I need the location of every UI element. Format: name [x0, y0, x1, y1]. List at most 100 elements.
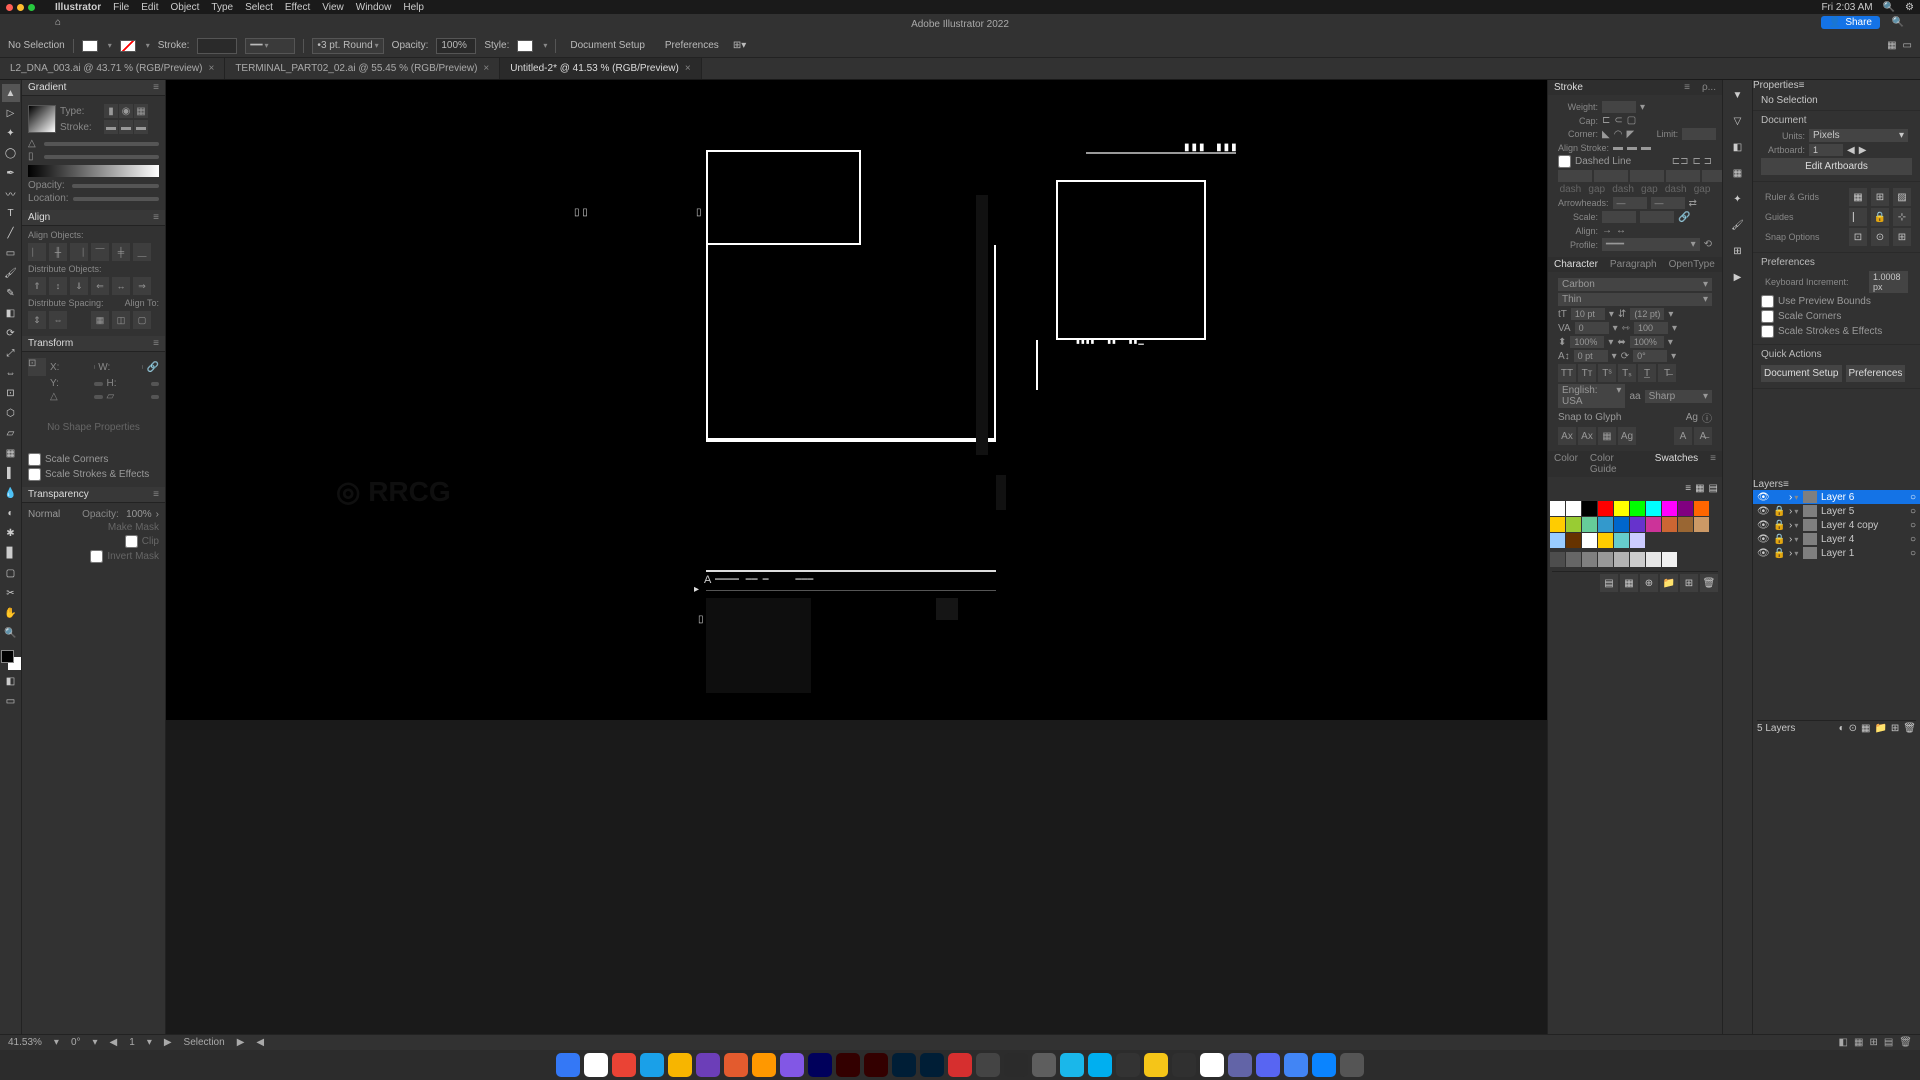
cap-butt-icon[interactable]: ⊏: [1602, 115, 1610, 126]
graph-tool[interactable]: ▊: [2, 544, 20, 562]
color-guide-tab[interactable]: Color Guide: [1584, 451, 1649, 477]
align-left-icon[interactable]: ⎸: [28, 243, 46, 261]
swatches-tab[interactable]: Swatches: [1649, 451, 1704, 477]
lock-icon[interactable]: 🔒: [1773, 520, 1785, 531]
swatch-menu-icon[interactable]: ▤: [1600, 574, 1618, 592]
character-tab[interactable]: Character: [1548, 257, 1604, 272]
swatch[interactable]: [1630, 501, 1645, 516]
align-vcenter-icon[interactable]: ╪: [112, 243, 130, 261]
lock-icon[interactable]: 🔒: [1773, 534, 1785, 545]
font-size-input[interactable]: 10 pt: [1571, 308, 1605, 320]
font-family-dropdown[interactable]: Carbon▾: [1558, 278, 1712, 291]
swatch[interactable]: [1646, 552, 1661, 567]
eyedropper-tool[interactable]: 💧: [2, 484, 20, 502]
strikethrough-icon[interactable]: T̶: [1658, 364, 1676, 382]
properties-tab[interactable]: Properties: [1753, 80, 1799, 91]
var-width-dropdown[interactable]: ━━: [245, 38, 295, 54]
swatch[interactable]: [1598, 552, 1613, 567]
current-fill-stroke-icon[interactable]: [1552, 479, 1570, 497]
swatch[interactable]: [1566, 533, 1581, 548]
font-weight-dropdown[interactable]: Thin▾: [1558, 293, 1712, 306]
gradient-panel-icon[interactable]: ▼: [1727, 84, 1749, 106]
angle-slider[interactable]: [44, 142, 159, 146]
grid-icon[interactable]: ⊞: [1871, 188, 1889, 206]
swatch[interactable]: [1550, 552, 1565, 567]
layer-item[interactable]: 👁🔒›Layer 4 copy○: [1753, 518, 1920, 532]
layer-item[interactable]: 👁🔒›Layer 1○: [1753, 546, 1920, 560]
qa-doc-setup-button[interactable]: Document Setup: [1761, 365, 1842, 382]
swatch[interactable]: [1582, 552, 1597, 567]
swatch[interactable]: [1694, 501, 1709, 516]
scale-corners-checkbox[interactable]: [28, 453, 41, 466]
transparency-grid-icon[interactable]: ▨: [1893, 188, 1911, 206]
swatch[interactable]: [1566, 517, 1581, 532]
color-tab[interactable]: Color: [1548, 451, 1584, 477]
chrome-icon[interactable]: [612, 1053, 636, 1077]
align-panel-header[interactable]: Align≡: [22, 210, 165, 226]
actions-panel-icon[interactable]: ▶: [1727, 266, 1749, 288]
swatch[interactable]: [1614, 517, 1629, 532]
selection-tool[interactable]: ▲: [2, 84, 20, 102]
paragraph-tab[interactable]: Paragraph: [1604, 257, 1663, 272]
search-icon[interactable]: 🔍: [1892, 17, 1904, 28]
cap-square-icon[interactable]: ▢: [1627, 115, 1636, 126]
swatch[interactable]: [1582, 533, 1597, 548]
stroke-weight-input[interactable]: [197, 38, 237, 54]
menu-edit[interactable]: Edit: [141, 2, 158, 13]
curvature-tool[interactable]: 〰: [2, 184, 20, 202]
preview-bounds-checkbox[interactable]: [1761, 295, 1774, 308]
app-menu-illustrator[interactable]: Illustrator: [55, 2, 101, 13]
workspace-switcher-icon[interactable]: ▭: [1903, 40, 1912, 51]
dashed-line-checkbox[interactable]: [1558, 155, 1571, 168]
visibility-icon[interactable]: 👁: [1757, 548, 1769, 559]
brushes-panel-icon[interactable]: 🖌: [1727, 214, 1749, 236]
menu-window[interactable]: Window: [356, 2, 392, 13]
swatch[interactable]: [1566, 552, 1581, 567]
aftereffects-icon[interactable]: [808, 1053, 832, 1077]
blend-tool[interactable]: ◐: [2, 504, 20, 522]
swatch[interactable]: [1630, 533, 1645, 548]
mac-dock[interactable]: [0, 1050, 1920, 1080]
paintbrush-tool[interactable]: 🖌: [2, 264, 20, 282]
new-swatch-icon[interactable]: ⊞: [1680, 574, 1698, 592]
menu-file[interactable]: File: [113, 2, 129, 13]
gradient-tool[interactable]: ▌: [2, 464, 20, 482]
swatch[interactable]: [1662, 501, 1677, 516]
hand-tool[interactable]: ✋: [2, 604, 20, 622]
free-transform-tool[interactable]: ⊡: [2, 384, 20, 402]
window-traffic-lights[interactable]: [6, 4, 35, 11]
link-icon[interactable]: 🔗: [147, 362, 159, 373]
align-flyout-icon[interactable]: ⊞▾: [733, 40, 746, 51]
swatch[interactable]: [1582, 517, 1597, 532]
ruler-icon[interactable]: ▦: [1849, 188, 1867, 206]
safari-icon[interactable]: [584, 1053, 608, 1077]
transform-panel-icon[interactable]: ⊞: [1727, 240, 1749, 262]
magic-wand-tool[interactable]: ✦: [2, 124, 20, 142]
doc-tab-1[interactable]: TERMINAL_PART02_02.ai @ 55.45 % (RGB/Pre…: [225, 58, 500, 79]
lock-icon[interactable]: 🔒: [1773, 548, 1785, 559]
layer-item[interactable]: 👁🔒›Layer 4○: [1753, 532, 1920, 546]
swatch[interactable]: [1646, 501, 1661, 516]
brush-dropdown[interactable]: • 3 pt. Round: [312, 38, 383, 54]
panel-menu-icon[interactable]: ≡: [1678, 80, 1696, 95]
doc-tab-0[interactable]: L2_DNA_003.ai @ 43.71 % (RGB/Preview)×: [0, 58, 225, 79]
align-top-icon[interactable]: ⎺: [91, 243, 109, 261]
stroke-tab[interactable]: Stroke: [1548, 80, 1589, 95]
close-icon[interactable]: ×: [685, 63, 691, 74]
layer-item[interactable]: 👁›Layer 6○: [1753, 490, 1920, 504]
style-swatch[interactable]: [517, 40, 533, 52]
make-mask-button[interactable]: Make Mask: [108, 522, 159, 533]
delete-swatch-icon[interactable]: 🗑: [1700, 574, 1718, 592]
rotate-value[interactable]: 0°: [71, 1037, 81, 1048]
discord-icon[interactable]: [1256, 1053, 1280, 1077]
smallcaps-icon[interactable]: Tᴛ: [1578, 364, 1596, 382]
menu-object[interactable]: Object: [170, 2, 199, 13]
pen-tool[interactable]: ✒: [2, 164, 20, 182]
radial-gradient-icon[interactable]: ◉: [119, 104, 133, 118]
swatches-grid[interactable]: [1548, 499, 1722, 550]
arrange-docs-icon[interactable]: ▦: [1887, 40, 1896, 51]
graphic-styles-icon[interactable]: ▦: [1727, 162, 1749, 184]
visibility-icon[interactable]: 👁: [1757, 492, 1769, 503]
aspect-slider[interactable]: [44, 155, 159, 159]
swatch[interactable]: [1550, 533, 1565, 548]
